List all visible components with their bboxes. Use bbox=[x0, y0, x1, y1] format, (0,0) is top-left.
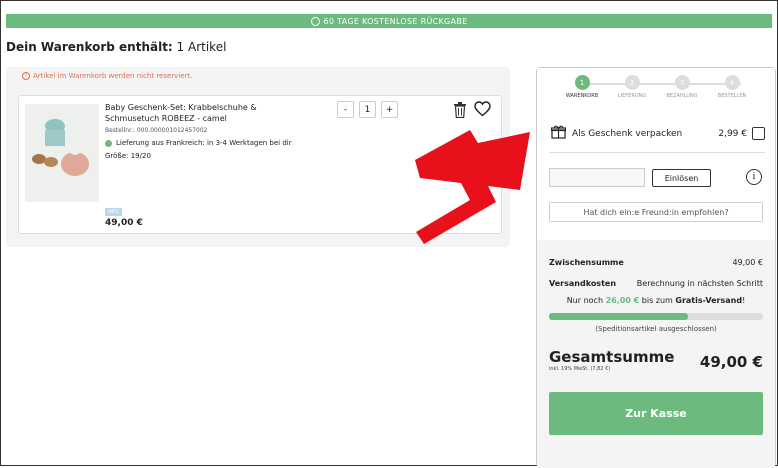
free-amount: 26,00 € bbox=[605, 296, 640, 305]
title-count: 1 Artikel bbox=[172, 40, 227, 54]
quantity-value[interactable]: 1 bbox=[359, 101, 376, 118]
free-shipping-progress bbox=[549, 313, 763, 320]
product-image[interactable] bbox=[25, 104, 99, 202]
step-order[interactable]: 4 BESTELLEN bbox=[707, 75, 757, 99]
checkout-steps: 1 WARENKORB 2 LIEFERUNG 3 BEZAHLUNG 4 BE… bbox=[557, 75, 757, 107]
warning-text: Artikel im Warenkorb werden nicht reserv… bbox=[33, 72, 193, 80]
shipping-row: Versandkosten Berechnung in nächsten Sch… bbox=[549, 279, 763, 288]
warning-icon: ! bbox=[22, 72, 30, 80]
summary-top: 1 WARENKORB 2 LIEFERUNG 3 BEZAHLUNG 4 BE… bbox=[537, 68, 775, 240]
step-label: WARENKORB bbox=[565, 93, 599, 99]
gift-icon bbox=[550, 125, 567, 142]
return-icon bbox=[310, 16, 320, 26]
step-number: 4 bbox=[724, 75, 740, 90]
banner-text: 60 TAGE KOSTENLOSE RÜCKGABE bbox=[323, 16, 468, 26]
spedition-note: (Speditionsartikel ausgeschlossen) bbox=[595, 325, 717, 333]
gift-wrap-option[interactable]: Als Geschenk verpacken 2,99 € bbox=[550, 125, 765, 142]
quantity-plus-button[interactable]: + bbox=[381, 101, 398, 118]
reservation-warning: ! Artikel im Warenkorb werden nicht rese… bbox=[22, 72, 192, 80]
step-label: LIEFERUNG bbox=[617, 93, 647, 99]
subtotal-label: Zwischensumme bbox=[549, 258, 624, 267]
free-return-banner: 60 TAGE KOSTENLOSE RÜCKGABE bbox=[6, 14, 772, 28]
shipping-value: Berechnung in nächsten Schritt bbox=[636, 279, 763, 288]
total-value: 49,00 € bbox=[699, 353, 763, 371]
checkout-button[interactable]: Zur Kasse bbox=[549, 392, 763, 435]
cart-panel: ! Artikel im Warenkorb werden nicht rese… bbox=[6, 67, 510, 247]
gift-label: Als Geschenk verpacken bbox=[572, 128, 683, 139]
cart-item: Baby Geschenk-Set: Krabbelschuhe & Schmu… bbox=[18, 95, 502, 234]
free-shipping-note: Nur noch 26,00 € bis zum Gratis-Versand! bbox=[549, 296, 763, 305]
step-label: BESTELLEN bbox=[717, 93, 747, 99]
subtotal-value: 49,00 € bbox=[732, 258, 763, 267]
step-number: 2 bbox=[624, 75, 640, 90]
delivery-text: Lieferung aus Frankreich: in 3-4 Werktag… bbox=[116, 139, 292, 147]
total-block: Gesamtsumme 49,00 € inkl. 19% MwSt. (7,8… bbox=[549, 348, 763, 372]
step-cart[interactable]: 1 WARENKORB bbox=[557, 75, 607, 99]
progress-fill bbox=[549, 313, 689, 320]
shipping-label: Versandkosten bbox=[549, 279, 617, 288]
product-size: Größe: 19/20 bbox=[105, 152, 151, 160]
trash-icon[interactable] bbox=[453, 102, 467, 122]
step-number: 3 bbox=[674, 75, 690, 90]
gift-price: 2,99 € bbox=[718, 128, 747, 139]
delivery-info: Lieferung aus Frankreich: in 3-4 Werktag… bbox=[105, 139, 292, 147]
free-suffix: Gratis-Versand bbox=[675, 296, 743, 305]
page-title: Dein Warenkorb enthält: 1 Artikel bbox=[6, 40, 226, 54]
heart-icon[interactable] bbox=[474, 101, 491, 121]
voucher-input[interactable] bbox=[549, 168, 645, 187]
redeem-button[interactable]: Einlösen bbox=[652, 169, 711, 187]
step-number: 1 bbox=[574, 75, 590, 90]
product-price: 49,00 € bbox=[105, 218, 143, 228]
new-badge: NEU bbox=[105, 208, 122, 216]
referral-button[interactable]: Hat dich ein:e Freund:in empfohlen? bbox=[549, 202, 763, 222]
gift-checkbox[interactable] bbox=[752, 127, 765, 140]
order-number: Bestellnr.: 000.000001012457002 bbox=[105, 127, 208, 134]
order-summary: 1 WARENKORB 2 LIEFERUNG 3 BEZAHLUNG 4 BE… bbox=[536, 67, 776, 468]
product-name[interactable]: Baby Geschenk-Set: Krabbelschuhe & Schmu… bbox=[105, 102, 285, 124]
step-delivery[interactable]: 2 LIEFERUNG bbox=[607, 75, 657, 99]
step-payment[interactable]: 3 BEZAHLUNG bbox=[657, 75, 707, 99]
info-icon[interactable]: i bbox=[746, 169, 762, 185]
quantity-stepper: - 1 + bbox=[337, 101, 398, 118]
free-end: ! bbox=[742, 296, 746, 305]
title-bold: Dein Warenkorb enthält: bbox=[6, 40, 173, 54]
availability-dot-icon bbox=[105, 139, 112, 147]
quantity-minus-button[interactable]: - bbox=[337, 101, 354, 118]
step-label: BEZAHLUNG bbox=[666, 93, 698, 99]
free-middle: bis zum bbox=[639, 296, 676, 305]
divider bbox=[549, 152, 765, 153]
subtotal-row: Zwischensumme 49,00 € bbox=[549, 258, 763, 267]
free-prefix: Nur noch bbox=[566, 296, 606, 305]
